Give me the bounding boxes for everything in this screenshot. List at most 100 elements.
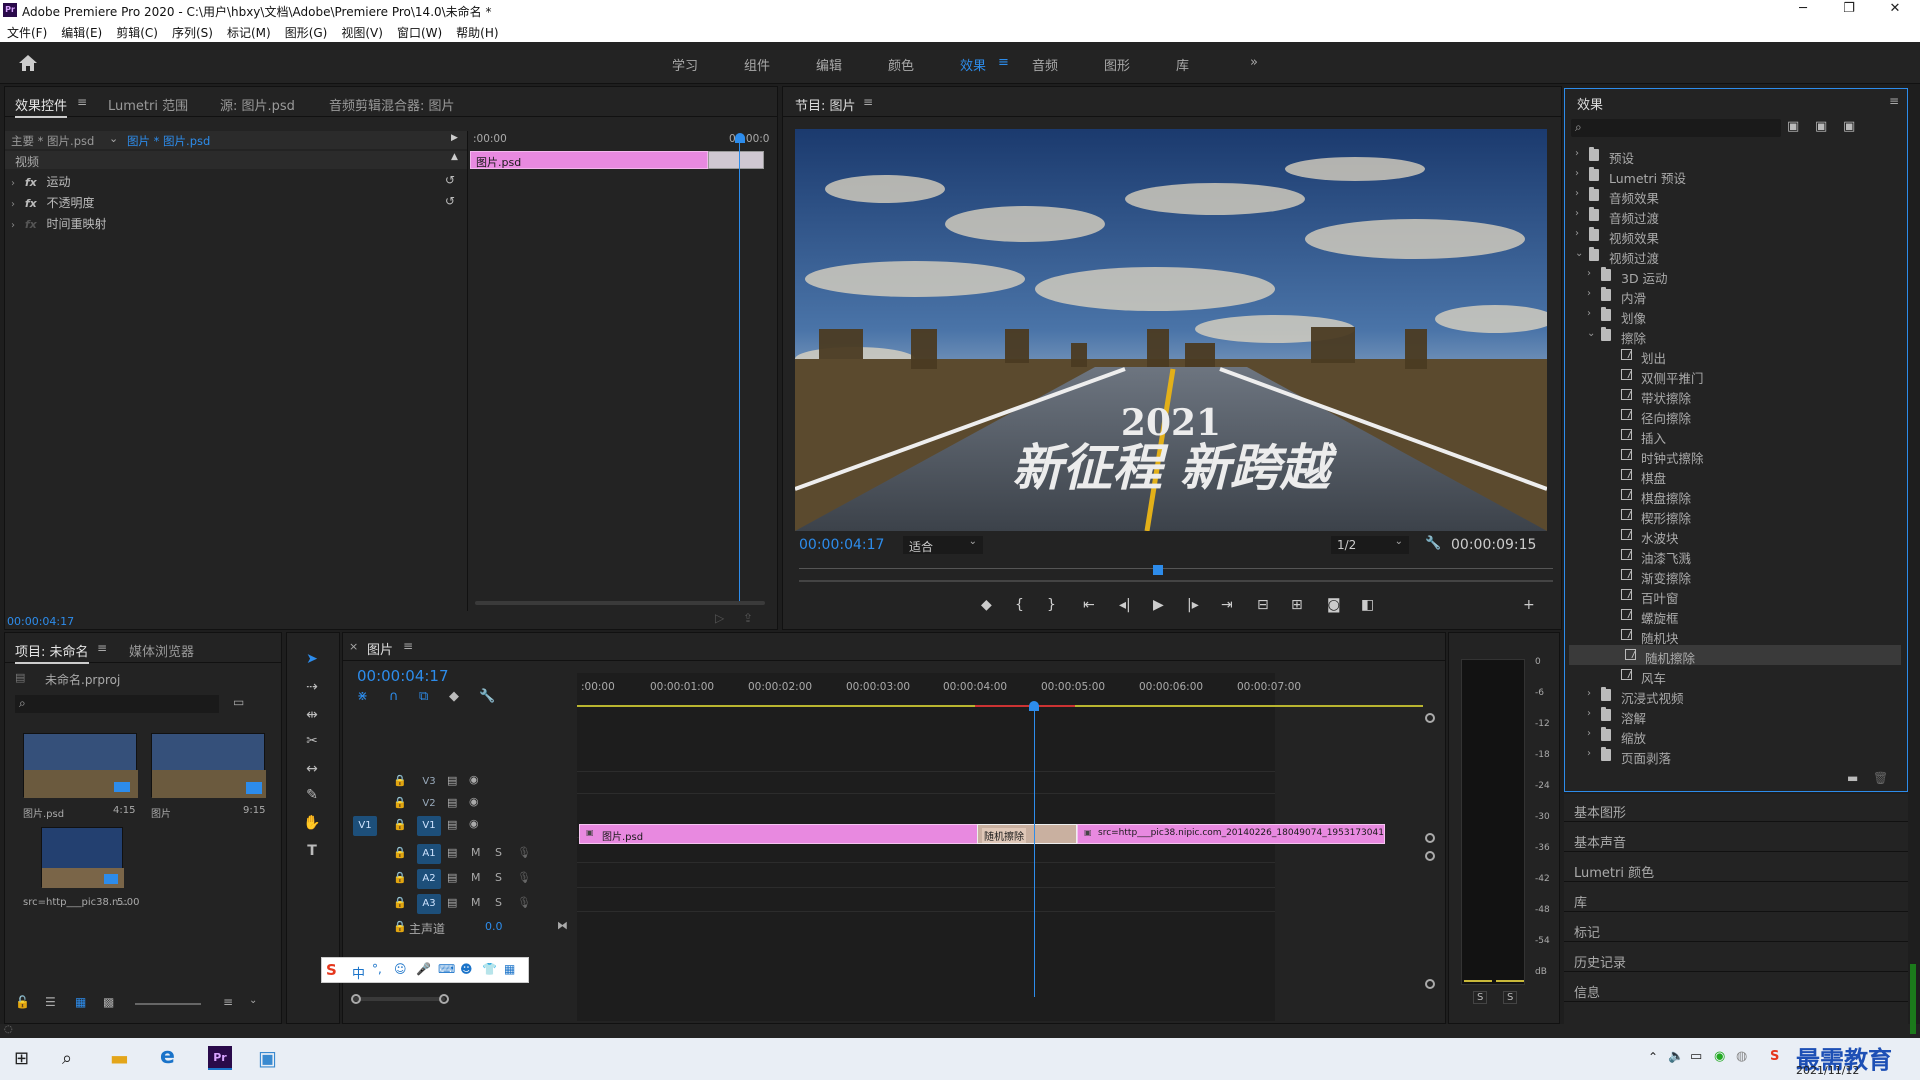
tray-app-icon[interactable]: ◍ [1736, 1049, 1747, 1064]
effects-item[interactable]: 随机擦除 [1569, 645, 1901, 666]
accelerated-effects-icon[interactable]: ▣ [1787, 119, 1799, 134]
vertical-zoom-handle[interactable] [1425, 713, 1435, 723]
vertical-zoom-handle[interactable] [1425, 979, 1435, 989]
track-name[interactable]: A3 [417, 894, 441, 914]
expand-arrow-icon[interactable]: › [11, 220, 15, 231]
lock-icon[interactable]: 🔒 [393, 846, 407, 859]
lift-icon[interactable]: ⊟ [1257, 597, 1269, 613]
effects-item[interactable]: 楔形擦除 [1565, 505, 1905, 526]
sogou-tray-icon[interactable]: S [1770, 1049, 1779, 1064]
track-name[interactable]: V2 [417, 794, 441, 814]
sync-lock-icon[interactable]: ▤ [447, 896, 457, 909]
panel-menu-icon[interactable]: ≡ [863, 95, 873, 109]
ripple-edit-tool-icon[interactable]: ⇹ [303, 707, 321, 725]
search-icon[interactable]: ⌕ [62, 1048, 72, 1069]
effect-row-opacity[interactable]: › fx 不透明度 ↺ [11, 194, 461, 212]
effects-item[interactable]: 时钟式擦除 [1565, 445, 1905, 466]
minimize-icon[interactable]: ─ [1780, 1, 1826, 16]
effect-row-time-remap[interactable]: › fx 时间重映射 [11, 215, 461, 233]
menu-sequence[interactable]: 序列(S) [165, 20, 220, 41]
add-button-icon[interactable]: + [1523, 597, 1535, 613]
workspace-learn[interactable]: 学习 [672, 55, 698, 74]
lock-icon[interactable]: 🔒 [393, 920, 407, 933]
effect-controls-timecode[interactable]: 00:00:04:17 [7, 615, 74, 628]
mini-ruler[interactable]: :00:00 00:00:0 [469, 131, 769, 147]
trash-icon[interactable]: 🗑 [1873, 771, 1888, 785]
ime-voice-icon[interactable]: 🎤 [416, 962, 431, 976]
compare-view-icon[interactable]: ◧ [1361, 597, 1374, 613]
scrollbar-indicator[interactable] [1910, 964, 1916, 1034]
track-name[interactable]: A1 [417, 844, 441, 864]
step-forward-icon[interactable]: |▸ [1187, 597, 1199, 613]
effects-folder[interactable]: › 预设 [1565, 145, 1905, 166]
ime-punct-icon[interactable]: °, [372, 962, 382, 976]
fit-dropdown[interactable]: 适合 ⌄ [903, 536, 983, 554]
chevron-down-icon[interactable]: ⌄ [249, 995, 257, 1006]
selection-tool-icon[interactable]: ➤ [303, 651, 321, 669]
lock-icon[interactable]: 🔒 [393, 796, 407, 809]
effects-item[interactable]: 棋盘 [1565, 465, 1905, 486]
nest-icon[interactable]: ⋇ [357, 689, 368, 704]
workspace-audio[interactable]: 音频 [1032, 55, 1058, 74]
effects-folder[interactable]: › 音频过渡 [1565, 205, 1905, 226]
menu-help[interactable]: 帮助(H) [449, 20, 505, 41]
resolution-dropdown[interactable]: 1/2 ⌄ [1331, 536, 1409, 554]
effects-item[interactable]: 随机块 [1565, 625, 1905, 646]
collapse-track-icon[interactable]: ⧓ [557, 919, 568, 932]
effects-folder[interactable]: › 页面剥落 [1565, 745, 1905, 766]
track-name[interactable]: V3 [417, 772, 441, 792]
sync-lock-icon[interactable]: ▤ [447, 818, 457, 831]
solo-button[interactable]: S [495, 896, 502, 909]
ime-user-icon[interactable]: ☻ [460, 962, 473, 976]
effects-folder[interactable]: › 沉浸式视频 [1565, 685, 1905, 706]
chevron-right-icon[interactable]: › [1587, 728, 1591, 739]
info-panel[interactable]: 信息 [1564, 974, 1908, 1002]
effects-item[interactable]: 风车 [1565, 665, 1905, 686]
workspace-menu-icon[interactable]: ≡ [998, 55, 1009, 70]
chevron-right-icon[interactable]: › [1587, 268, 1591, 279]
vertical-zoom-handle[interactable] [1425, 851, 1435, 861]
horizontal-scrollbar[interactable] [353, 997, 445, 1001]
close-icon[interactable]: ✕ [1872, 1, 1918, 16]
go-to-in-icon[interactable]: ⇤ [1083, 597, 1095, 613]
effects-search-field[interactable] [1591, 119, 1777, 137]
chevron-right-icon[interactable]: › [1575, 188, 1579, 199]
collapse-arrow-icon[interactable]: ▲ [451, 152, 458, 162]
icon-view-icon[interactable]: ▦ [75, 995, 86, 1009]
transition-random-wipe[interactable]: 随机擦除 [977, 824, 1077, 844]
ime-keyboard-icon[interactable]: ⌨ [438, 962, 455, 976]
tab-audio-clip-mixer[interactable]: 音频剪辑混合器: 图片 [329, 95, 455, 114]
workspace-graphics[interactable]: 图形 [1104, 55, 1130, 74]
export-icon[interactable]: ⇪ [743, 611, 753, 625]
effects-folder[interactable]: ⌄ 视频过渡 [1565, 245, 1905, 266]
effects-item[interactable]: 带状擦除 [1565, 385, 1905, 406]
pen-tool-icon[interactable]: ✎ [303, 787, 321, 805]
chevron-right-icon[interactable]: › [1587, 308, 1591, 319]
ime-tools-icon[interactable]: ▦ [504, 962, 515, 976]
tab-sequence[interactable]: 图片 [367, 639, 393, 658]
solo-right-button[interactable]: S [1503, 991, 1518, 1004]
extract-icon[interactable]: ⊞ [1291, 597, 1303, 613]
network-icon[interactable]: ▭ [1690, 1049, 1702, 1064]
new-bin-icon[interactable]: ▬ [1847, 771, 1858, 785]
program-video-frame[interactable]: 2021 新征程 新跨越 [795, 129, 1547, 531]
master-volume-value[interactable]: 0.0 [485, 920, 503, 933]
yuv-effects-icon[interactable]: ▣ [1843, 119, 1855, 134]
effect-row-motion[interactable]: › fx 运动 ↺ [11, 173, 461, 191]
maximize-icon[interactable]: ❐ [1826, 1, 1872, 16]
effects-item[interactable]: 插入 [1565, 425, 1905, 446]
effects-item[interactable]: 油漆飞溅 [1565, 545, 1905, 566]
workspace-overflow-icon[interactable]: » [1250, 55, 1258, 70]
track-select-tool-icon[interactable]: ⇢ [303, 679, 321, 697]
workspace-libraries[interactable]: 库 [1176, 55, 1189, 74]
timeline-timecode[interactable]: 00:00:04:17 [357, 667, 449, 685]
play-only-audio-icon[interactable]: ▷ [715, 611, 724, 625]
sort-icon[interactable]: ≡ [223, 995, 233, 1009]
panel-menu-icon[interactable]: ≡ [77, 95, 87, 109]
effects-folder[interactable]: › 3D 运动 [1565, 265, 1905, 286]
tab-lumetri-scopes[interactable]: Lumetri 范围 [108, 95, 188, 114]
edge-browser-icon[interactable]: e [160, 1044, 175, 1069]
program-mini-ruler[interactable] [799, 561, 1553, 569]
workspace-effects[interactable]: 效果 [960, 55, 986, 74]
ime-mode-label[interactable]: 中 [352, 963, 365, 982]
